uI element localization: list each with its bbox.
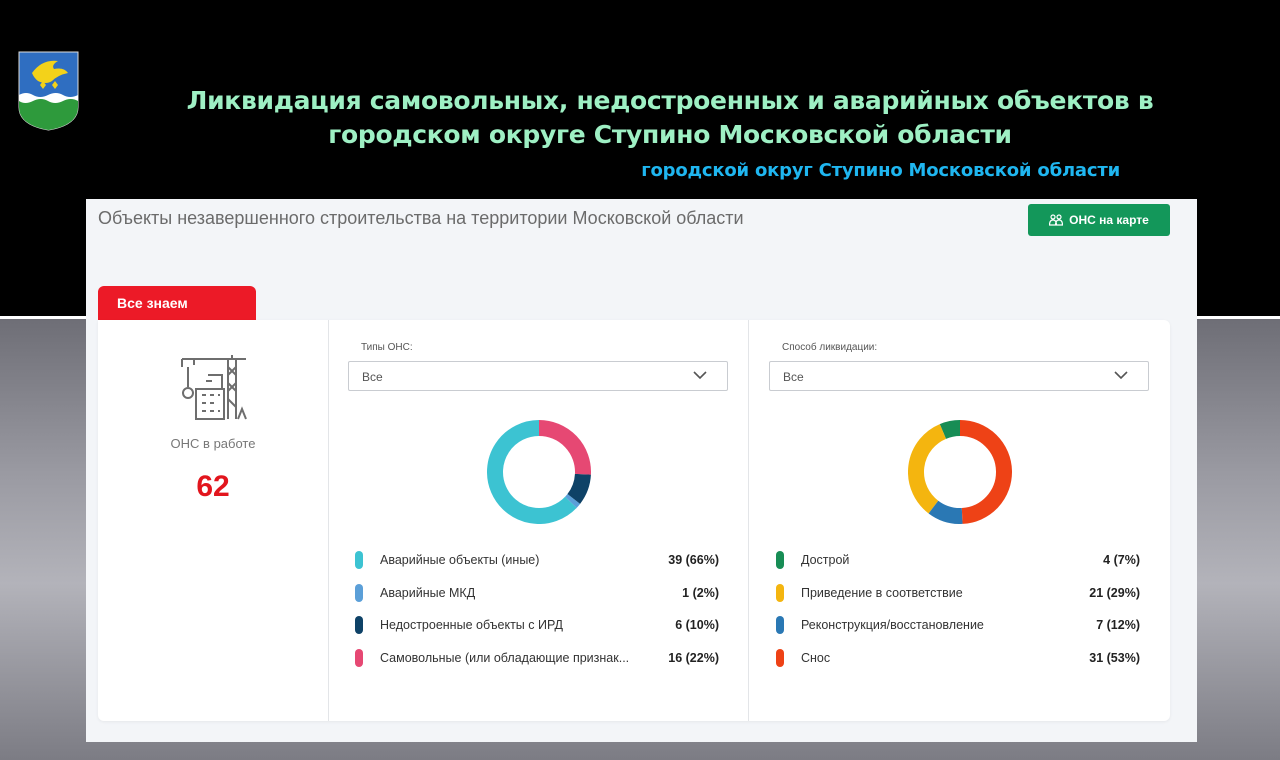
- donut-slice[interactable]: [565, 493, 581, 508]
- legend-item[interactable]: Дострой 4 (7%): [776, 550, 1146, 583]
- types-filter-label: Типы ОНС:: [361, 342, 413, 353]
- liquidation-select-value: Все: [783, 370, 804, 384]
- legend-item[interactable]: Самовольные (или обладающие признак... 16…: [355, 648, 725, 681]
- legend-color-marker: [355, 551, 363, 569]
- in-work-label: ОНС в работе: [170, 436, 256, 451]
- map-people-icon: [1049, 214, 1064, 226]
- legend-color-marker: [776, 649, 784, 668]
- legend-label: Приведение в соответствие: [801, 585, 963, 600]
- legend-item[interactable]: Реконструкция/восстановление 7 (12%): [776, 615, 1146, 648]
- in-work-value: 62: [196, 470, 230, 503]
- types-legend: Аварийные объекты (иные) 39 (66%) Аварийны…: [355, 550, 725, 681]
- legend-label: Снос: [801, 651, 831, 666]
- legend-value: 31 (53%): [1089, 651, 1140, 666]
- legend-label: Дострой: [801, 553, 850, 567]
- legend-value: 1 (2%): [682, 585, 719, 600]
- donut-slice[interactable]: [908, 424, 947, 514]
- stats-card: ОНС в работе 62 Типы ОНС: Все Аварийные …: [98, 320, 1170, 721]
- legend-value: 4 (7%): [1103, 553, 1140, 567]
- donut-slice[interactable]: [959, 420, 1012, 524]
- map-button-label: ОНС на карте: [1069, 213, 1149, 227]
- donut-slice[interactable]: [928, 500, 963, 524]
- legend-value: 6 (10%): [675, 618, 719, 633]
- slide-title: Ликвидация самовольных, недостроенных и …: [186, 86, 1154, 149]
- donut-slice[interactable]: [538, 420, 591, 475]
- legend-color-marker: [355, 649, 363, 668]
- liquidation-donut-chart: [908, 420, 1012, 524]
- legend-label: Реконструкция/восстановление: [801, 618, 984, 633]
- coat-of-arms-logo: [18, 51, 79, 131]
- legend-label: Аварийные МКД: [380, 585, 476, 600]
- donut-slice[interactable]: [939, 420, 961, 439]
- legend-label: Самовольные (или обладающие признак...: [380, 651, 630, 666]
- legend-color-marker: [355, 616, 363, 635]
- liquidation-panel: Способ ликвидации: Все Дострой 4 (7%) Прив…: [749, 320, 1169, 721]
- dashboard-screen: Объекты незавершенного строительства на …: [86, 199, 1197, 742]
- legend-item[interactable]: Аварийные объекты (иные) 39 (66%): [355, 550, 725, 583]
- map-button[interactable]: ОНС на карте: [1028, 204, 1170, 236]
- legend-label: Недостроенные объекты с ИРД: [380, 618, 563, 633]
- slide-subtitle: городской округ Ступино Московской облас…: [641, 160, 1120, 181]
- legend-value: 39 (66%): [668, 553, 719, 567]
- legend-label: Аварийные объекты (иные): [380, 553, 540, 567]
- legend-value: 21 (29%): [1089, 585, 1140, 600]
- page-title: Объекты незавершенного строительства на …: [98, 208, 744, 228]
- legend-item[interactable]: Аварийные МКД 1 (2%): [355, 583, 725, 616]
- legend-color-marker: [355, 583, 363, 602]
- legend-item[interactable]: Снос 31 (53%): [776, 648, 1146, 681]
- legend-color-marker: [776, 616, 784, 635]
- types-panel: Типы ОНС: Все Аварийные объекты (иные) 39…: [328, 320, 748, 721]
- liquidation-select[interactable]: Все: [769, 361, 1149, 391]
- types-select-value: Все: [362, 370, 383, 384]
- chevron-down-icon: [693, 371, 707, 380]
- legend-value: 7 (12%): [1096, 618, 1140, 633]
- legend-item[interactable]: Приведение в соответствие 21 (29%): [776, 583, 1146, 616]
- legend-item[interactable]: Недостроенные объекты с ИРД 6 (10%): [355, 615, 725, 648]
- liquidation-filter-label: Способ ликвидации:: [782, 342, 878, 353]
- legend-color-marker: [776, 583, 784, 602]
- tab-all-known[interactable]: Все знаем: [98, 286, 256, 320]
- types-donut-chart: [487, 420, 591, 524]
- donut-slice[interactable]: [567, 473, 591, 504]
- construction-crane-icon: [181, 355, 247, 420]
- liquidation-legend: Дострой 4 (7%) Приведение в соответствие 21…: [776, 550, 1146, 681]
- legend-color-marker: [776, 551, 784, 569]
- legend-value: 16 (22%): [668, 651, 719, 666]
- types-select[interactable]: Все: [348, 361, 728, 391]
- chevron-down-icon: [1114, 371, 1128, 380]
